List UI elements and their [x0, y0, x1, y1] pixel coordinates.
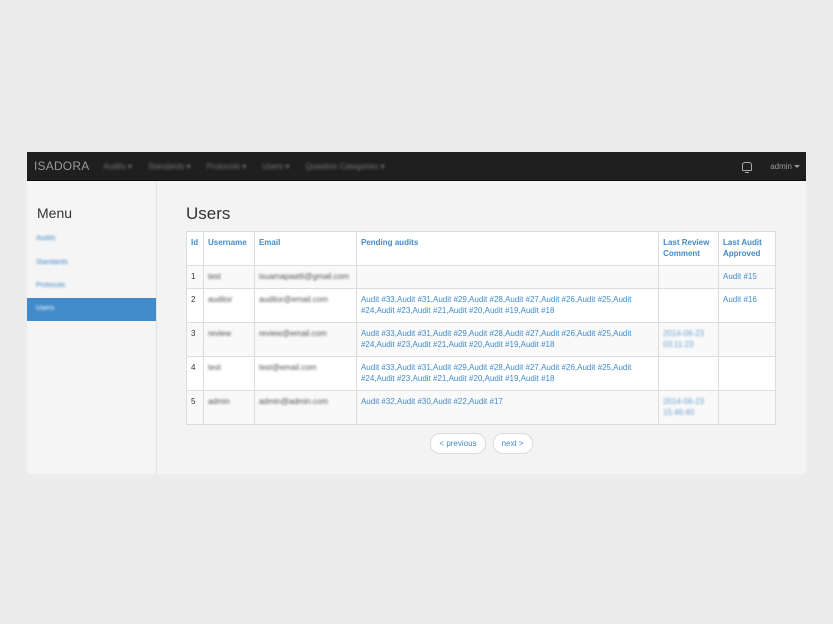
- header-username[interactable]: Username: [202, 231, 255, 266]
- previous-page-button[interactable]: < previous: [430, 433, 486, 454]
- cell-last-audit-approved[interactable]: [718, 322, 776, 357]
- top-navbar: ISADORA Audits ▾ Standards ▾ Protocols ▾…: [27, 152, 806, 181]
- cell-last-review-comment[interactable]: [658, 288, 719, 323]
- header-email[interactable]: Email: [253, 231, 357, 266]
- cell-id: 2: [186, 288, 204, 323]
- sidebar-title: Menu: [37, 205, 73, 221]
- sidebar-item-protocols[interactable]: Protocols: [27, 275, 156, 298]
- table-row: 3 review review@email.com Audit #33,Audi…: [186, 322, 776, 357]
- admin-user-menu[interactable]: admin: [770, 162, 800, 171]
- cell-username: test: [202, 265, 255, 289]
- notification-bell-icon[interactable]: [742, 161, 753, 173]
- pagination: < previous next >: [157, 433, 806, 454]
- cell-last-audit-approved[interactable]: Audit #15: [718, 265, 776, 289]
- cell-last-review-comment[interactable]: 2014-06-23 15:46:40: [658, 390, 719, 425]
- cell-last-review-comment[interactable]: 2014-06-23 03:11:23: [658, 322, 719, 357]
- table-row: 4 test test@email.com Audit #33,Audit #3…: [186, 356, 776, 391]
- users-table: Id Username Email Pending audits Last Re…: [186, 231, 776, 425]
- sidebar: Menu Audits Standards Protocols Users: [27, 181, 157, 474]
- nav-audits-menu[interactable]: Audits ▾: [103, 162, 131, 171]
- nav-question-categories-menu[interactable]: Question Categories ▾: [305, 162, 384, 171]
- cell-email: review@email.com: [253, 322, 357, 357]
- cell-username: test: [202, 356, 255, 391]
- cell-id: 4: [186, 356, 204, 391]
- cell-pending-audits[interactable]: [355, 265, 660, 289]
- table-row: 5 admin admin@admin.com Audit #32,Audit …: [186, 390, 776, 425]
- sidebar-item-users[interactable]: Users: [27, 298, 156, 321]
- header-id[interactable]: Id: [186, 231, 204, 266]
- table-row: 2 auditor auditor@email.com Audit #33,Au…: [186, 288, 776, 323]
- header-pending-audits[interactable]: Pending audits: [355, 231, 660, 266]
- main-content: Users Id Username Email Pending audits L…: [157, 181, 806, 474]
- cell-username: admin: [202, 390, 255, 425]
- cell-last-audit-approved[interactable]: Audit #16: [718, 288, 776, 323]
- navbar-right: admin: [742, 161, 806, 173]
- sidebar-item-standards[interactable]: Standards: [27, 252, 156, 275]
- caret-down-icon: [794, 164, 800, 168]
- cell-last-audit-approved[interactable]: [718, 356, 776, 391]
- cell-pending-audits[interactable]: Audit #33,Audit #31,Audit #29,Audit #28,…: [355, 322, 660, 357]
- table-header-row: Id Username Email Pending audits Last Re…: [186, 231, 776, 266]
- cell-last-audit-approved[interactable]: [718, 390, 776, 425]
- cell-email: admin@admin.com: [253, 390, 357, 425]
- cell-id: 1: [186, 265, 204, 289]
- brand-link[interactable]: ISADORA: [34, 159, 89, 173]
- cell-email: auditor@email.com: [253, 288, 357, 323]
- cell-username: auditor: [202, 288, 255, 323]
- nav-standards-menu[interactable]: Standards ▾: [148, 162, 191, 171]
- cell-pending-audits[interactable]: Audit #33,Audit #31,Audit #29,Audit #28,…: [355, 356, 660, 391]
- nav-protocols-menu[interactable]: Protocols ▾: [207, 162, 247, 171]
- next-page-button[interactable]: next >: [492, 433, 533, 454]
- sidebar-item-audits[interactable]: Audits: [27, 228, 156, 251]
- cell-email: isuamapaatti@gmail.com: [253, 265, 357, 289]
- cell-pending-audits[interactable]: Audit #32,Audit #30,Audit #22,Audit #17: [355, 390, 660, 425]
- app-frame: ISADORA Audits ▾ Standards ▾ Protocols ▾…: [27, 152, 806, 474]
- cell-id: 3: [186, 322, 204, 357]
- cell-username: review: [202, 322, 255, 357]
- cell-pending-audits[interactable]: Audit #33,Audit #31,Audit #29,Audit #28,…: [355, 288, 660, 323]
- cell-id: 5: [186, 390, 204, 425]
- cell-email: test@email.com: [253, 356, 357, 391]
- nav-users-menu[interactable]: Users ▾: [262, 162, 289, 171]
- cell-last-review-comment[interactable]: [658, 265, 719, 289]
- header-last-review-comment[interactable]: Last Review Comment: [658, 231, 719, 266]
- header-last-audit-approved[interactable]: Last Audit Approved: [718, 231, 776, 266]
- table-row: 1 test isuamapaatti@gmail.com Audit #15: [186, 265, 776, 289]
- cell-last-review-comment[interactable]: [658, 356, 719, 391]
- page-title: Users: [186, 204, 231, 223]
